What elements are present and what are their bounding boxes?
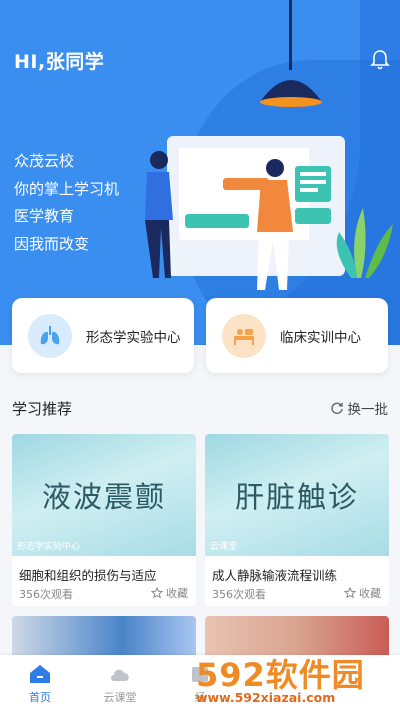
learning-illustration [145, 136, 393, 290]
thumbnail-tag: 云课堂 [210, 542, 238, 552]
course-title: 成人静脉输液流程训练 [212, 568, 338, 583]
tab-label: 云课堂 [103, 691, 137, 704]
view-count: 356次观看 [212, 588, 266, 601]
bell-icon[interactable] [369, 49, 391, 71]
favorite-button[interactable]: 收藏 [344, 585, 381, 601]
tab-label: 首页 [29, 691, 51, 704]
lamp-illustration [260, 0, 322, 107]
slogan-line: 医学教育 [14, 207, 75, 225]
course-card[interactable]: 肝脏触诊 云课堂 成人静脉输液流程训练 356次观看 收藏 [205, 434, 389, 606]
favorite-label: 收藏 [166, 587, 188, 600]
watermark-url: www.592xiazai.com [196, 690, 336, 705]
watermark: 592软件园 www.592xiazai.com [196, 650, 400, 710]
greeting-title: HI,张同学 [14, 51, 105, 73]
section-title: 学习推荐 [12, 400, 73, 418]
slogan-line: 你的掌上学习机 [14, 179, 120, 198]
clinical-training-entry[interactable]: 临床实训中心 [206, 298, 388, 373]
star-icon [151, 587, 163, 599]
course-thumbnail: 肝脏触诊 云课堂 [205, 434, 389, 556]
course-card[interactable]: 液波震颤 形态学实验中心 细胞和组织的损伤与适应 356次观看 收藏 [12, 434, 196, 606]
favorite-button[interactable]: 收藏 [151, 585, 188, 601]
slogan-line: 因我而改变 [14, 234, 90, 253]
refresh-button[interactable]: 换一批 [330, 398, 389, 418]
thumbnail-tag: 形态学实验中心 [17, 542, 81, 552]
course-title: 细胞和组织的损伤与适应 [19, 568, 157, 583]
slogan-line: 众茂云校 [14, 152, 75, 170]
star-icon [344, 587, 356, 599]
tab-cloud-class[interactable]: 云课堂 [80, 655, 160, 711]
cloud-icon [111, 669, 129, 681]
view-count: 356次观看 [19, 588, 73, 601]
lungs-icon [28, 313, 72, 358]
bed-icon [222, 313, 266, 358]
slogan-block: 众茂云校 你的掌上学习机 医学教育 因我而改变 [14, 148, 119, 258]
refresh-label: 换一批 [347, 402, 389, 418]
course-thumbnail: 液波震颤 形态学实验中心 [12, 434, 196, 556]
refresh-icon [330, 402, 343, 414]
entry-label: 形态学实验中心 [86, 329, 181, 346]
entry-label: 临床实训中心 [280, 329, 361, 346]
thumbnail-title: 液波震颤 [41, 480, 166, 514]
tab-home[interactable]: 首页 [0, 655, 80, 711]
home-icon [30, 665, 50, 683]
favorite-label: 收藏 [359, 587, 381, 600]
morphology-lab-entry[interactable]: 形态学实验中心 [12, 298, 194, 373]
thumbnail-title: 肝脏触诊 [234, 480, 359, 514]
